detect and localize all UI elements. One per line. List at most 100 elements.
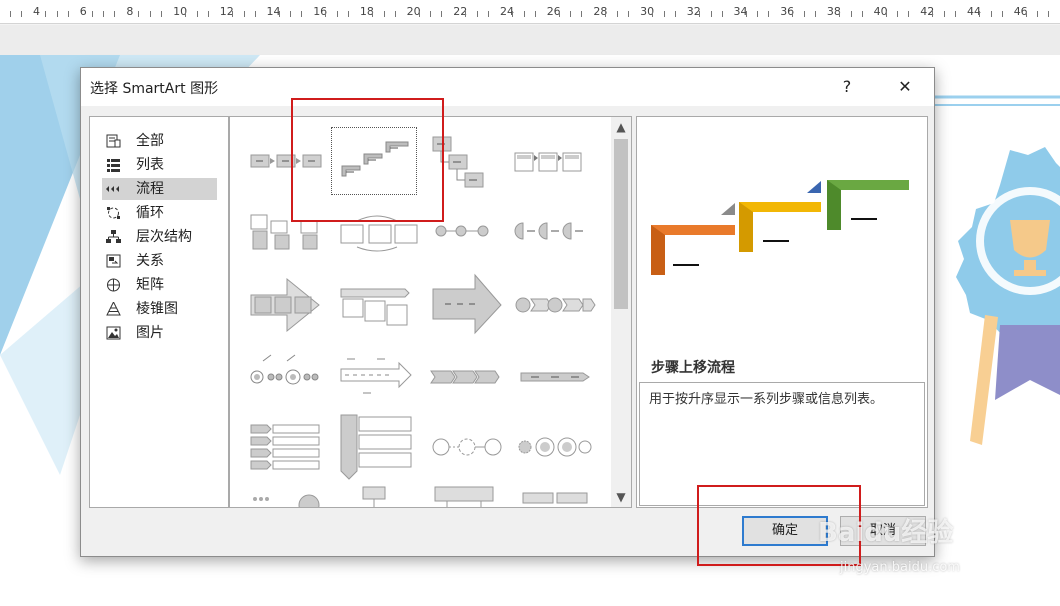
category-list-item[interactable]: 列表	[102, 154, 217, 176]
ruler-minor-tick	[347, 11, 349, 17]
pillar-boxes-icon	[522, 492, 588, 504]
ruler-minor-tick	[710, 11, 712, 17]
layout-gear-circles[interactable]	[513, 413, 599, 481]
layout-step-arrows[interactable]	[517, 343, 603, 411]
all-icon	[106, 134, 121, 148]
layout-banner-boxes[interactable]	[427, 483, 513, 507]
matrix-icon	[107, 278, 120, 292]
ruler-minor-tick	[512, 11, 513, 17]
pyramid-icon	[106, 302, 121, 316]
bracket-list-icon	[340, 288, 410, 326]
category-label: 流程	[136, 181, 164, 197]
ruler-minor-tick	[523, 11, 525, 17]
ruler-minor-tick	[207, 11, 209, 17]
layout-bracket-list[interactable]	[337, 271, 423, 339]
ruler-minor-tick	[477, 11, 478, 17]
scroll-down-icon[interactable]: ▼	[614, 489, 628, 505]
layout-chevron-accent[interactable]	[427, 343, 513, 411]
ruler-minor-tick	[278, 11, 280, 17]
ruler-minor-tick	[114, 11, 116, 17]
chevron-accent-icon	[430, 370, 500, 384]
ruler-minor-tick	[979, 11, 980, 17]
ruler-minor-tick	[1037, 11, 1039, 17]
ruler-tick-label: 6	[79, 5, 87, 18]
ruler-minor-tick	[21, 11, 22, 17]
ruler-minor-tick	[465, 11, 467, 17]
segmented-circles-icon	[514, 222, 583, 240]
layout-continuous-block[interactable]	[507, 127, 593, 195]
ruler-tick-label: 8	[126, 5, 134, 18]
category-label: 层次结构	[136, 229, 192, 245]
highlight-layout-box	[291, 98, 444, 222]
gallery-scrollbar[interactable]: ▲ ▼	[611, 117, 631, 507]
category-relationship[interactable]: 关系	[102, 250, 217, 272]
ruler-minor-tick	[955, 11, 956, 17]
ruler-minor-tick	[430, 11, 432, 17]
banner-boxes-icon	[434, 486, 494, 507]
ribbon-strip	[0, 25, 1060, 55]
category-list: 全部 列表 流程 循环 层次结构 关系 矩阵 棱锥图 图片	[89, 116, 229, 508]
category-label: 全部	[136, 133, 164, 149]
process-icon	[106, 186, 119, 192]
ruler-minor-tick	[91, 11, 93, 17]
layout-tree-boxes[interactable]	[337, 483, 423, 507]
layout-vertical-chevron-list[interactable]	[247, 413, 333, 481]
horizontal-ruler: 4 6 8 10 12 14 16 18 20 22 24 26 28 30 32 34 36 38 40 42 44 4…	[0, 0, 1060, 24]
ruler-minor-tick	[814, 11, 816, 17]
smartart-dialog: 选择 SmartArt 图形 ? ✕ 全部 列表 流程 循环 层次结构 关系 矩…	[80, 67, 935, 557]
ruler-minor-tick	[254, 11, 256, 17]
ruler-minor-tick	[103, 11, 105, 17]
ruler-minor-tick	[290, 11, 292, 17]
cycle-icon	[107, 207, 120, 219]
ruler-minor-tick	[581, 11, 583, 17]
layout-vertical-arrow-list[interactable]	[337, 413, 423, 481]
ruler-minor-tick	[745, 11, 747, 17]
ruler-minor-tick	[231, 11, 233, 17]
category-matrix[interactable]: 矩阵	[102, 274, 217, 296]
layout-pillar-boxes[interactable]	[517, 483, 603, 507]
category-hierarchy[interactable]: 层次结构	[102, 226, 217, 248]
circle-timeline-icon	[250, 354, 319, 385]
layout-dashed-circles[interactable]	[427, 413, 513, 481]
scroll-thumb[interactable]	[614, 139, 628, 309]
ruler-minor-tick	[663, 11, 665, 17]
help-button[interactable]: ?	[825, 72, 869, 102]
preview-description: 用于按升序显示一系列步骤或信息列表。	[649, 392, 884, 407]
continuous-block-icon	[514, 152, 582, 172]
layout-chevron-circles[interactable]	[513, 271, 599, 339]
category-label: 棱锥图	[136, 301, 178, 317]
ruler-minor-tick	[185, 11, 187, 17]
layout-big-arrow[interactable]	[427, 271, 513, 339]
big-arrow-icon	[432, 273, 502, 335]
hierarchy-icon	[106, 230, 121, 243]
layout-arrow-timeline[interactable]	[337, 343, 423, 411]
category-all[interactable]: 全部	[102, 130, 217, 152]
step-arrows-icon	[520, 372, 590, 382]
picture-icon	[106, 326, 121, 340]
category-process[interactable]: 流程	[102, 178, 217, 200]
ruler-minor-tick	[488, 11, 489, 17]
layout-circle-timeline[interactable]	[247, 343, 333, 411]
ruler-minor-tick	[1048, 11, 1050, 17]
ruler-minor-tick	[138, 11, 140, 17]
category-picture[interactable]: 图片	[102, 322, 217, 344]
category-pyramid[interactable]: 棱锥图	[102, 298, 217, 320]
ruler-minor-tick	[10, 11, 11, 17]
ruler-minor-tick	[617, 11, 619, 17]
layout-process-arrows[interactable]	[247, 271, 333, 339]
category-label: 矩阵	[136, 277, 164, 293]
ruler-minor-tick	[383, 11, 385, 17]
ruler-minor-tick	[861, 11, 863, 17]
close-button[interactable]: ✕	[883, 72, 927, 102]
ruler-minor-tick	[161, 11, 163, 17]
ruler-minor-tick	[570, 11, 572, 17]
layout-segmented-circles[interactable]	[513, 201, 599, 269]
ruler-minor-tick	[418, 11, 420, 17]
scroll-up-icon[interactable]: ▲	[614, 119, 628, 135]
ruler-minor-tick	[325, 11, 327, 17]
ruler-minor-tick	[908, 11, 910, 17]
category-cycle[interactable]: 循环	[102, 202, 217, 224]
ruler-tick-label: 4	[33, 5, 40, 18]
ruler-minor-tick	[1025, 11, 1027, 17]
layout-spiral-dots[interactable]	[247, 483, 333, 507]
